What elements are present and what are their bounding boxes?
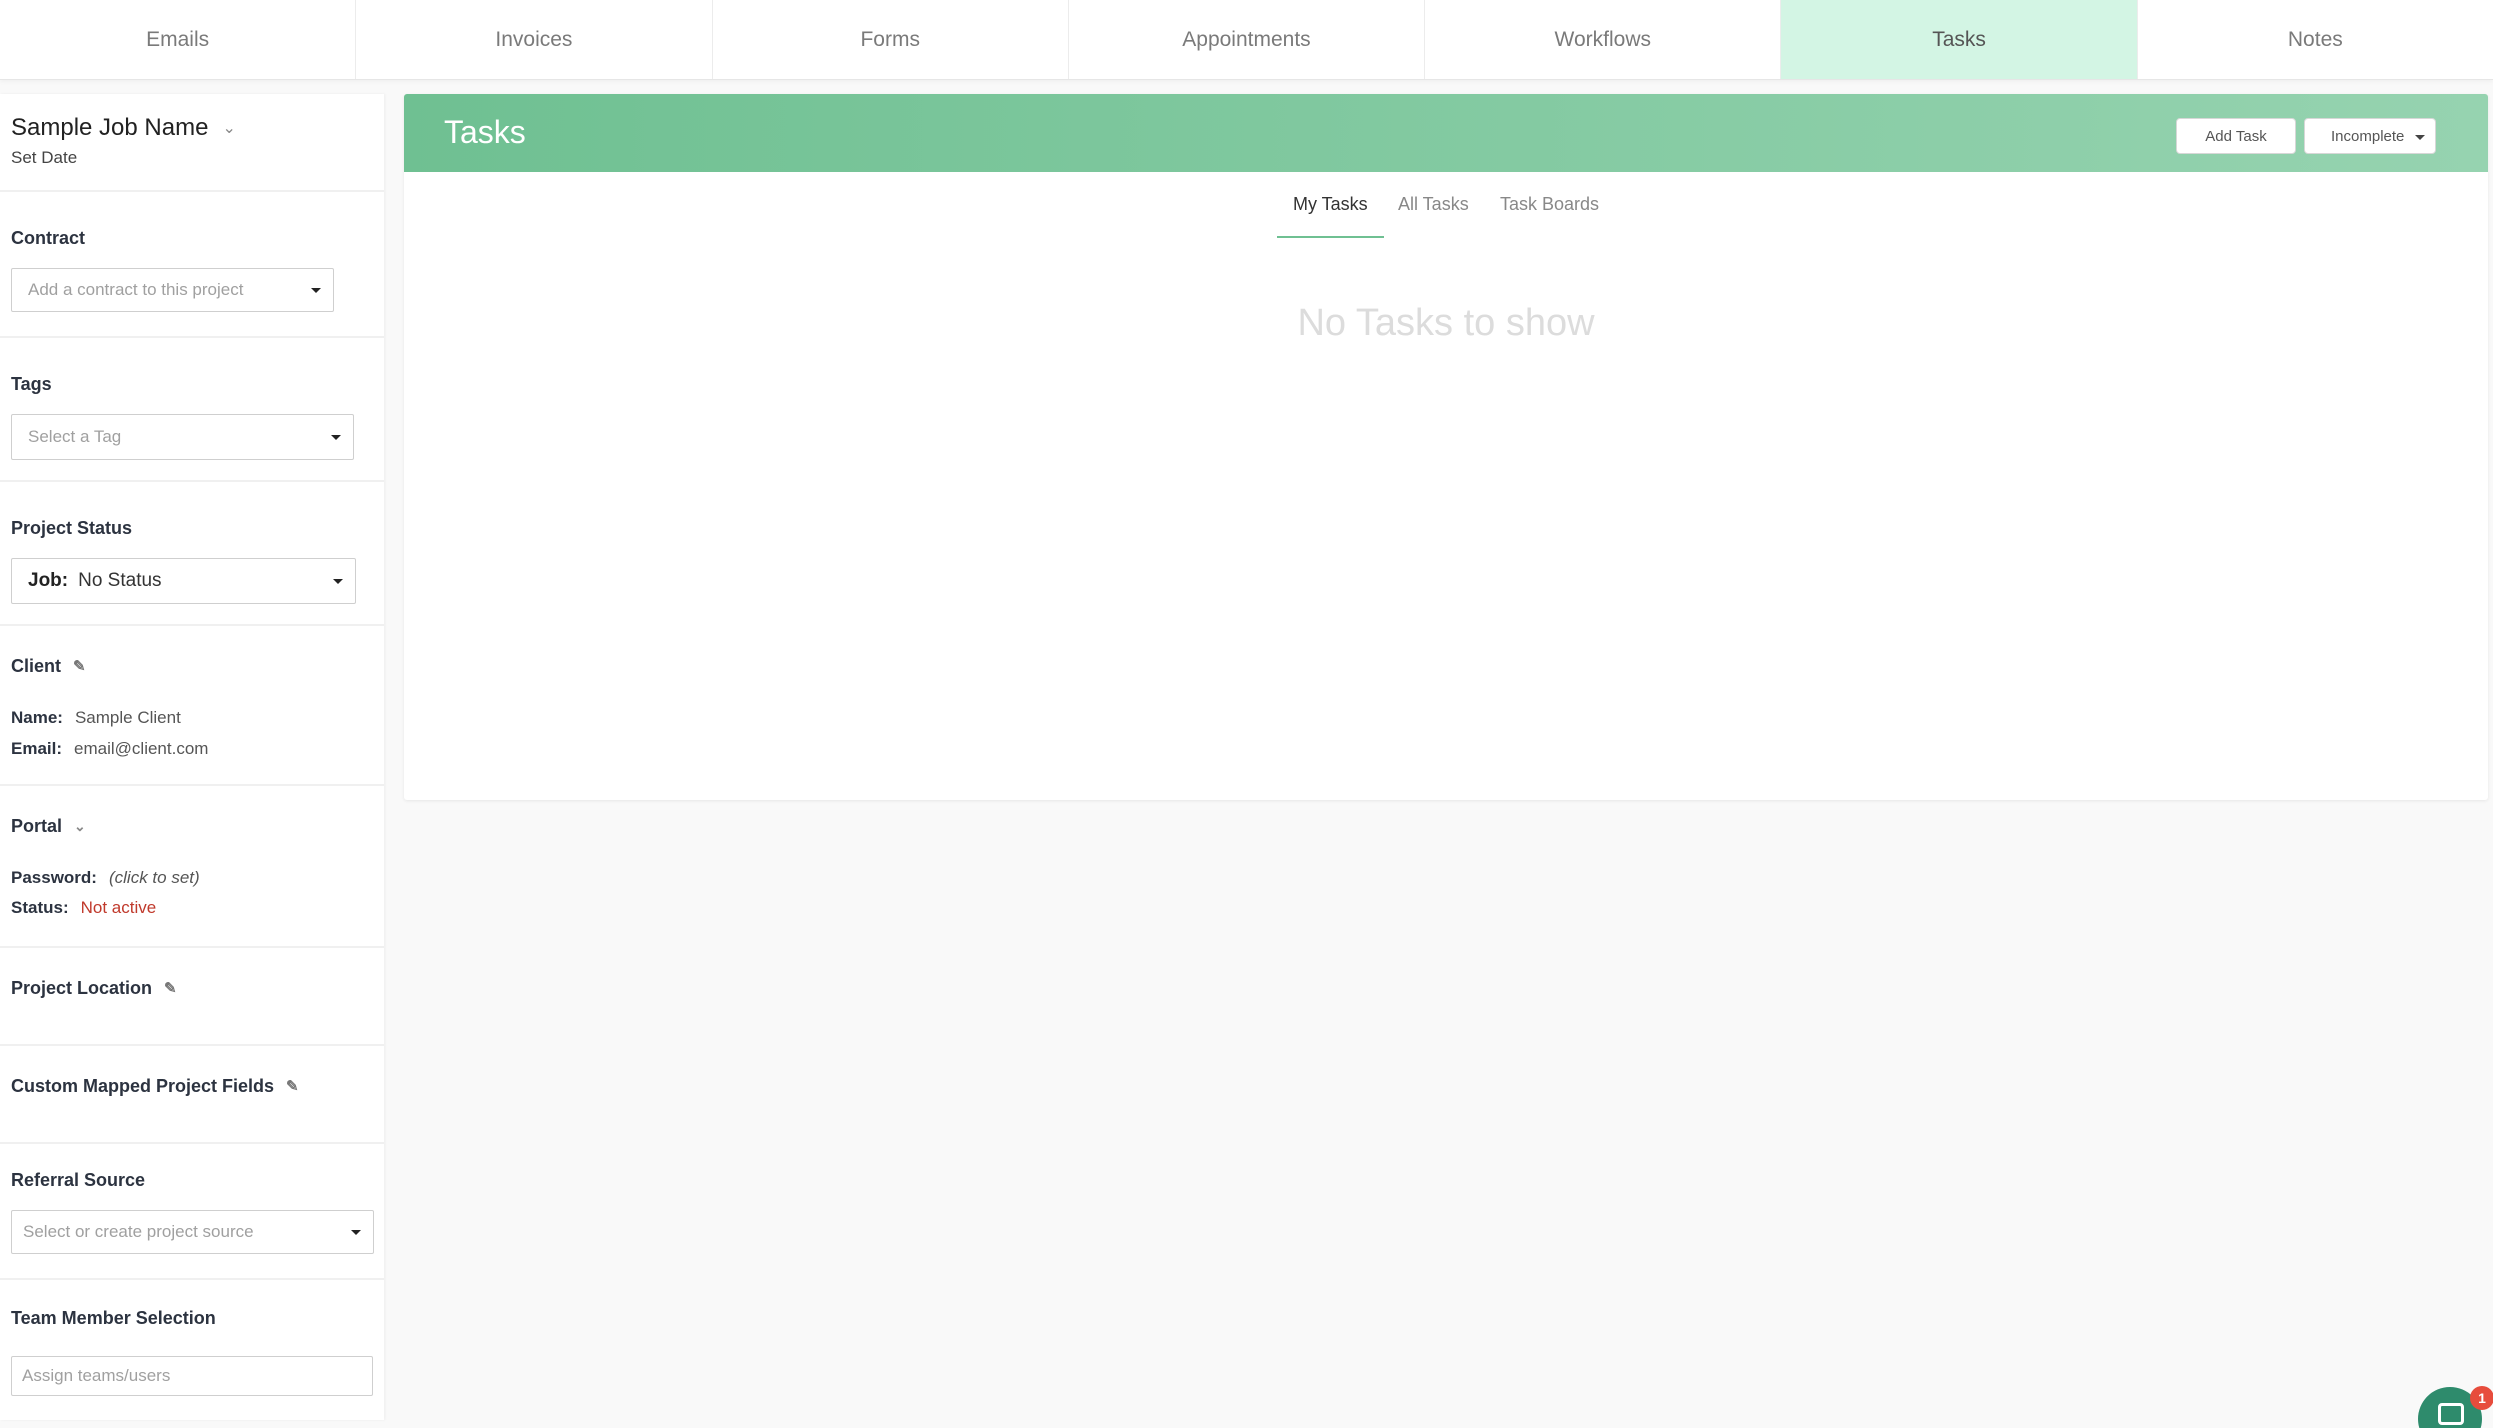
referral-source-select[interactable]: Select or create project source — [11, 1210, 374, 1254]
tag-select[interactable]: Select a Tag — [11, 414, 354, 460]
add-task-button[interactable]: Add Task — [2176, 118, 2296, 154]
caret-down-icon — [2415, 135, 2425, 140]
project-status-select[interactable]: Job: No Status — [11, 558, 356, 604]
task-filter-dropdown[interactable]: Incomplete — [2304, 118, 2436, 154]
task-filter-label: Incomplete — [2331, 127, 2405, 145]
contract-placeholder: Add a contract to this project — [28, 280, 244, 299]
pencil-icon[interactable]: ✎ — [73, 659, 87, 674]
portal-status-label: Status: — [11, 898, 69, 917]
assign-teams-input[interactable] — [11, 1356, 373, 1396]
project-location-section: Project Location ✎ — [0, 948, 384, 1046]
job-section: Sample Job Name ⌄ Set Date — [0, 94, 384, 192]
client-email-row: Email: email@client.com — [11, 739, 208, 759]
tag-placeholder: Select a Tag — [28, 427, 122, 446]
client-section: Client ✎ Name: Sample Client Email: email@… — [0, 626, 384, 786]
active-subtab-indicator — [1277, 236, 1384, 238]
caret-down-icon — [311, 288, 321, 293]
project-status-section: Project Status Job: No Status — [0, 482, 384, 626]
tab-emails[interactable]: Emails — [0, 0, 357, 79]
job-name: Sample Job Name — [11, 114, 209, 141]
client-name-value: Sample Client — [74, 708, 181, 727]
tasks-header: Tasks Add Task Incomplete — [404, 94, 2488, 172]
project-status-heading: Project Status — [11, 518, 133, 538]
portal-password-row: Password: (click to set) — [11, 868, 200, 888]
pencil-icon[interactable]: ✎ — [164, 981, 178, 996]
client-email-label: Email: — [11, 739, 63, 758]
referral-source-heading: Referral Source — [11, 1170, 146, 1190]
client-name-label: Name: — [11, 708, 63, 727]
chat-unread-badge: 1 — [2470, 1386, 2493, 1410]
portal-status-value: Not active — [80, 898, 157, 917]
chevron-down-icon: ⌄ — [222, 120, 236, 137]
client-heading: Client ✎ — [11, 656, 87, 677]
client-email-value: email@client.com — [74, 739, 209, 758]
project-location-label: Project Location — [11, 978, 153, 998]
tasks-panel: Tasks Add Task Incomplete My Tasks All T… — [404, 94, 2488, 800]
tab-workflows[interactable]: Workflows — [1425, 0, 1782, 79]
set-date-link[interactable]: Set Date — [11, 148, 77, 168]
tags-heading: Tags — [11, 374, 52, 394]
page-title: Tasks — [444, 114, 526, 150]
chat-icon — [2438, 1403, 2464, 1425]
subtab-all-tasks[interactable]: All Tasks — [1398, 194, 1469, 227]
custom-fields-section: Custom Mapped Project Fields ✎ — [0, 1046, 384, 1144]
portal-status-row: Status: Not active — [11, 898, 156, 918]
portal-password-label: Password: — [11, 868, 97, 887]
portal-password-set[interactable]: (click to set) — [109, 868, 200, 887]
client-name-row: Name: Sample Client — [11, 708, 181, 728]
chevron-down-icon: ⌄ — [74, 818, 86, 834]
referral-source-section: Referral Source Select or create project… — [0, 1144, 384, 1280]
tab-appointments[interactable]: Appointments — [1069, 0, 1426, 79]
portal-heading: Portal — [11, 816, 63, 836]
team-member-heading: Team Member Selection — [11, 1308, 216, 1328]
subtab-my-tasks[interactable]: My Tasks — [1293, 194, 1368, 227]
job-status-label: Job: — [28, 570, 69, 591]
empty-state-message: No Tasks to show — [1297, 302, 1595, 344]
task-subtabs: My Tasks All Tasks Task Boards — [404, 194, 2488, 234]
tab-tasks[interactable]: Tasks — [1781, 0, 2138, 79]
job-name-toggle[interactable]: Sample Job Name ⌄ — [11, 114, 236, 142]
custom-fields-label: Custom Mapped Project Fields — [11, 1076, 275, 1096]
tab-notes[interactable]: Notes — [2138, 0, 2493, 79]
caret-down-icon — [333, 579, 343, 584]
subtab-task-boards[interactable]: Task Boards — [1500, 194, 1599, 227]
tags-section: Tags Select a Tag — [0, 338, 384, 482]
referral-source-placeholder: Select or create project source — [23, 1222, 254, 1241]
tab-invoices[interactable]: Invoices — [356, 0, 713, 79]
project-sidebar: Sample Job Name ⌄ Set Date Contract Add … — [0, 94, 384, 1420]
pencil-icon[interactable]: ✎ — [286, 1079, 300, 1094]
job-status-value: No Status — [78, 570, 162, 591]
caret-down-icon — [331, 435, 341, 440]
custom-fields-heading: Custom Mapped Project Fields ✎ — [11, 1076, 300, 1097]
portal-toggle[interactable]: Portal ⌄ — [11, 816, 86, 837]
tab-forms[interactable]: Forms — [713, 0, 1069, 79]
client-heading-label: Client — [11, 656, 62, 676]
contract-select[interactable]: Add a contract to this project — [11, 268, 334, 312]
project-location-heading: Project Location ✎ — [11, 978, 178, 999]
caret-down-icon — [351, 1230, 361, 1235]
contract-section: Contract Add a contract to this project — [0, 192, 384, 338]
top-tab-bar: Emails Invoices Forms Appointments Workf… — [0, 0, 2493, 80]
contract-heading: Contract — [11, 228, 86, 248]
portal-section: Portal ⌄ Password: (click to set) Status:… — [0, 786, 384, 948]
